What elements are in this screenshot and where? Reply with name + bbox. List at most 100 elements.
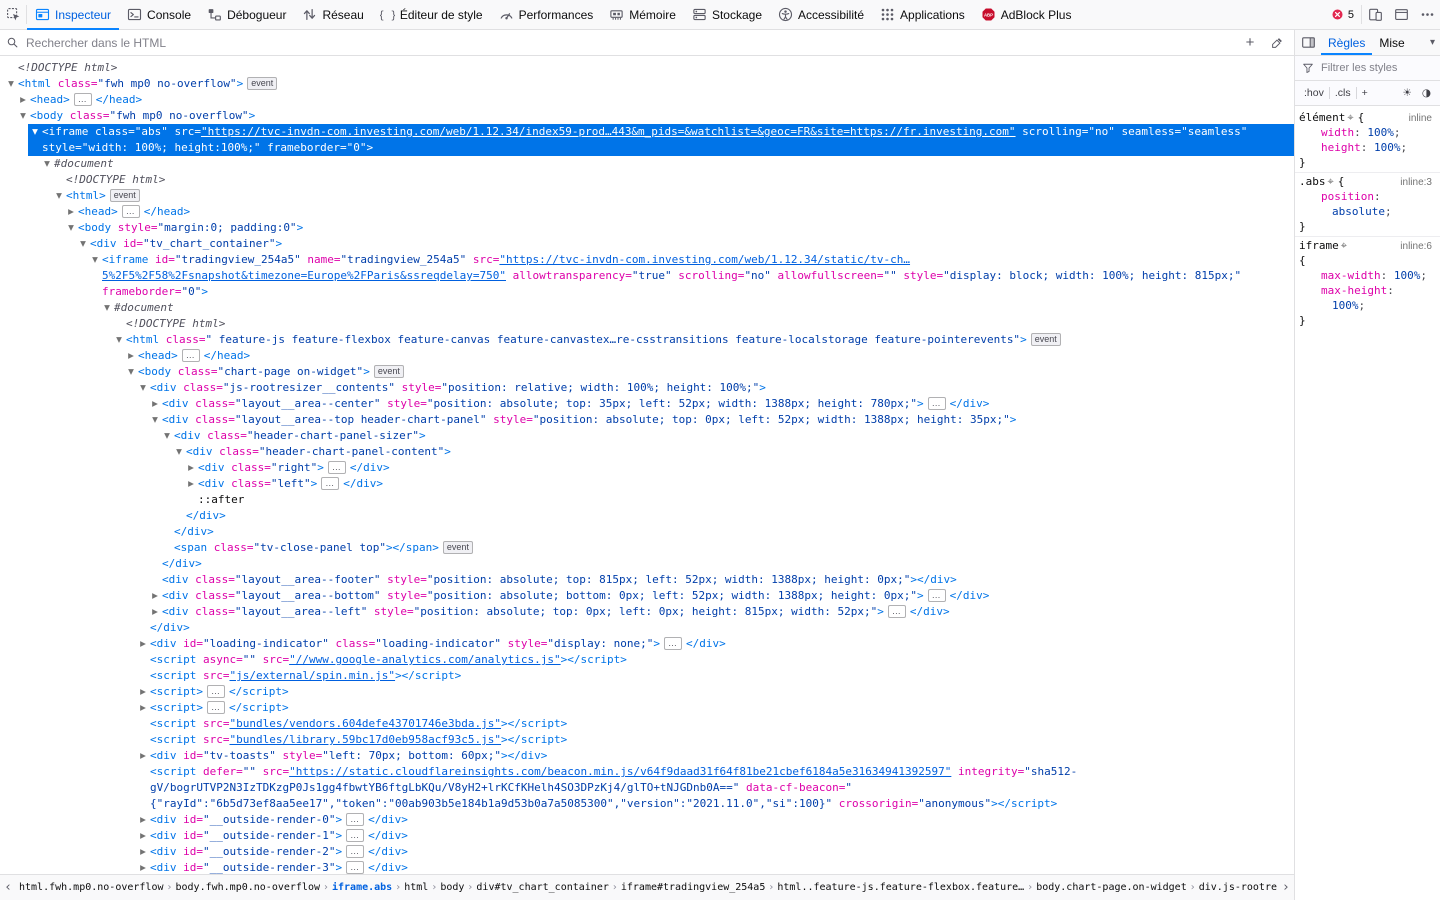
breadcrumb-item[interactable]: html [401,882,431,893]
expand-arrow-icon[interactable]: ▶ [138,828,148,844]
sidebar-tabs-dropdown-button[interactable]: ▾ [1425,30,1440,55]
markup-row[interactable]: ▶ <div class="left">… </div> [0,476,1294,492]
markup-row[interactable]: ▼ <div id="tv_chart_container"> [0,236,1294,252]
collapse-arrow-icon[interactable]: ▼ [102,300,112,316]
markup-row[interactable]: <div class="layout__area--footer" style=… [0,572,1294,588]
markup-row-selected[interactable]: ▼ <iframe class="abs" src="https://tvc-in… [28,124,1294,156]
markup-row[interactable]: ▶ <div class="layout__area--center" style… [0,396,1294,412]
dark-color-scheme-button[interactable]: ◑ [1417,87,1436,99]
collapse-arrow-icon[interactable]: ▼ [150,412,160,428]
tab-adblock[interactable]: ABP AdBlock Plus [973,0,1080,29]
pseudo-class-toggle-button[interactable]: :hov [1299,87,1329,99]
expand-arrow-icon[interactable]: ▶ [138,700,148,716]
expand-arrow-icon[interactable]: ▶ [186,476,196,492]
markup-row[interactable]: ▼ <div class="js-rootresizer__contents" s… [0,380,1294,396]
markup-row[interactable]: ▶ <div id="__outside-render-1">… </div> [0,828,1294,844]
event-badge[interactable]: event [442,540,473,554]
markup-row[interactable]: ▶ <div id="__outside-render-3">… </div> [0,860,1294,874]
inline-ellipsis-badge[interactable]: … [121,204,140,218]
breadcrumb-item[interactable]: html.fwh.mp0.no-overflow [16,882,167,893]
inline-ellipsis-badge[interactable]: … [346,812,365,826]
inline-ellipsis-badge[interactable]: … [346,844,365,858]
class-toggle-button[interactable]: .cls [1330,87,1356,99]
expand-arrow-icon[interactable]: ▶ [126,348,136,364]
markup-row[interactable]: ▶ <head>… </head> [0,348,1294,364]
markup-row[interactable]: <script defer="" src="https://static.clo… [0,764,1294,812]
expand-arrow-icon[interactable]: ▶ [138,636,148,652]
add-node-button[interactable]: + [1239,30,1261,55]
expand-arrow-icon[interactable]: ▶ [66,204,76,220]
markup-row[interactable]: </div> [0,524,1294,540]
tab-network[interactable]: Réseau [294,0,371,29]
event-badge[interactable]: event [247,76,278,90]
inline-ellipsis-badge[interactable]: … [206,700,225,714]
markup-row[interactable]: <script src="js/external/spin.min.js"></… [0,668,1294,684]
style-filter-input[interactable] [1319,61,1433,75]
markup-row[interactable]: ▶ <div id="loading-indicator" class="load… [0,636,1294,652]
markup-row[interactable]: ::after [0,492,1294,508]
rule-selector[interactable]: élément [1299,110,1345,125]
add-rule-button[interactable]: + [1357,87,1373,99]
markup-row[interactable]: ▶ <div class="layout__area--bottom" style… [0,588,1294,604]
markup-row[interactable]: ▶ <div class="layout__area--left" style="… [0,604,1294,620]
markup-row[interactable]: ▼ <html> event [0,188,1294,204]
collapse-arrow-icon[interactable]: ▼ [114,332,124,348]
iframe-picker-button[interactable] [1388,0,1414,29]
breadcrumb-item[interactable]: iframe.abs [329,882,395,893]
light-color-scheme-button[interactable]: ☀ [1397,87,1416,99]
collapse-arrow-icon[interactable]: ▼ [162,428,172,444]
inline-ellipsis-badge[interactable]: … [927,588,946,602]
tab-style-editor[interactable]: { } Éditeur de style [372,0,491,29]
responsive-design-button[interactable] [1362,0,1388,29]
markup-row[interactable]: <script async="" src="//www.google-analy… [0,652,1294,668]
markup-row[interactable]: ▼ <html class=" feature-js feature-flexbo… [0,332,1294,348]
collapse-arrow-icon[interactable]: ▼ [126,364,136,380]
collapse-arrow-icon[interactable]: ▼ [42,156,52,172]
markup-row[interactable]: ▼ <div class="header-chart-panel-sizer"> [0,428,1294,444]
inline-ellipsis-badge[interactable]: … [664,636,682,650]
sidebar-tab-rules[interactable]: Règles [1321,30,1373,55]
rule-selector[interactable]: .abs [1299,174,1326,189]
breadcrumb-item[interactable]: body.chart-page.on-widget [1033,882,1190,893]
selector-highlighter-icon[interactable]: ⌖ [1328,174,1334,189]
breadcrumb-item[interactable]: iframe#tradingview_254a5 [618,882,769,893]
css-declaration[interactable]: width: 100%; [1295,125,1440,140]
markup-row[interactable]: </div> [0,556,1294,572]
expand-arrow-icon[interactable]: ▶ [138,748,148,764]
pick-element-button[interactable] [0,0,26,29]
collapse-arrow-icon[interactable]: ▼ [174,444,184,460]
inline-ellipsis-badge[interactable]: … [327,460,346,474]
markup-row[interactable]: <!DOCTYPE html> [0,60,1294,76]
markup-row[interactable]: ▼ <iframe id="tradingview_254a5" name="tr… [0,252,1294,300]
expand-arrow-icon[interactable]: ▶ [138,812,148,828]
selector-highlighter-icon[interactable]: ⌖ [1341,238,1347,253]
tab-inspector[interactable]: Inspecteur [27,0,120,30]
breadcrumb-item[interactable]: body.fwh.mp0.no-overflow [173,882,324,893]
breadcrumb-item[interactable]: div#tv_chart_container [473,882,611,893]
expand-arrow-icon[interactable]: ▶ [138,844,148,860]
markup-row[interactable]: ▼ <body style="margin:0; padding:0"> [0,220,1294,236]
eyedropper-button[interactable] [1266,30,1288,55]
breadcrumb-item[interactable]: html..feature-js.feature-flexbox.feature… [774,882,1027,893]
expand-arrow-icon[interactable]: ▶ [186,460,196,476]
markup-row[interactable]: ▶ <script>… </script> [0,700,1294,716]
css-declaration[interactable]: max-width: 100%; [1295,268,1440,283]
event-badge[interactable]: event [109,188,140,202]
tab-console[interactable]: Console [119,0,199,29]
inline-ellipsis-badge[interactable]: … [73,92,92,106]
markup-row[interactable]: <script src="bundles/library.59bc17d0eb9… [0,732,1294,748]
stylesheet-source-link[interactable]: inline [1405,113,1432,124]
markup-row[interactable]: ▼ <body class="chart-page on-widget"> even… [0,364,1294,380]
tab-accessibility[interactable]: Accessibilité [770,0,872,29]
expand-arrow-icon[interactable]: ▶ [138,684,148,700]
inline-ellipsis-badge[interactable]: … [181,348,200,362]
collapse-arrow-icon[interactable]: ▼ [30,124,40,140]
inline-ellipsis-badge[interactable]: … [206,684,225,698]
rule-selector[interactable]: iframe [1299,238,1339,253]
tab-applications[interactable]: Applications [872,0,973,29]
breadcrumb-scroll-right-button[interactable]: › [1278,880,1294,895]
stylesheet-source-link[interactable]: inline:6 [1396,241,1432,252]
inline-ellipsis-badge[interactable]: … [346,860,365,874]
collapse-arrow-icon[interactable]: ▼ [18,108,28,124]
tab-memory[interactable]: Mémoire [601,0,684,29]
